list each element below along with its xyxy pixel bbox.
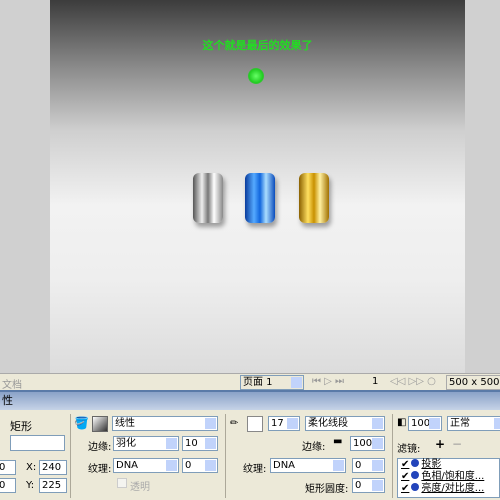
filter-item[interactable]: ✔ 色相/饱和度... bbox=[398, 471, 499, 483]
filter-name: 色相/饱和度... bbox=[421, 471, 485, 482]
check-icon[interactable]: ✔ bbox=[401, 483, 409, 494]
remove-filter-button[interactable]: − bbox=[452, 437, 462, 451]
fill-type-select[interactable]: 线性 bbox=[112, 416, 218, 431]
opacity-icon: ◧ bbox=[397, 417, 407, 428]
stroke-color-swatch[interactable] bbox=[247, 416, 263, 432]
stroke-type-select[interactable]: 柔化线段 bbox=[305, 416, 385, 431]
stroke-edge-label: 边缘: bbox=[302, 442, 326, 453]
silver-icon[interactable] bbox=[193, 173, 223, 223]
playback-controls[interactable]: ⏮ ▷ ⏭ bbox=[312, 376, 344, 387]
stroke-edge-amount[interactable]: 100 bbox=[350, 436, 385, 451]
info-icon bbox=[411, 471, 420, 479]
info-icon bbox=[411, 459, 420, 467]
width-value: 0 bbox=[0, 462, 5, 473]
document-tab[interactable]: 文档 bbox=[2, 376, 22, 391]
check-icon[interactable]: ✔ bbox=[401, 459, 409, 470]
x-input[interactable]: 240 bbox=[39, 460, 67, 475]
filters-label: 滤镜: bbox=[397, 444, 421, 455]
shape-type: 矩形 bbox=[10, 420, 32, 433]
filter-name: 亮度/对比度... bbox=[421, 483, 485, 494]
object-name-input[interactable] bbox=[10, 435, 65, 451]
page-select-value: 页面 1 bbox=[243, 377, 273, 388]
fill-texture-select[interactable]: DNA bbox=[113, 458, 179, 473]
transparent-checkbox[interactable] bbox=[117, 478, 127, 488]
stroke-texture-value: DNA bbox=[273, 460, 296, 471]
properties-panel: 矩形 0 0 X: 240 Y: 225 🪣 线性 边缘: 羽化 10 纹理: … bbox=[0, 410, 500, 500]
stroke-type-value: 柔化线段 bbox=[308, 418, 348, 429]
fill-edge-amount[interactable]: 10 bbox=[182, 436, 218, 451]
canvas-size[interactable]: 500 x 500 bbox=[446, 375, 500, 390]
fill-edge-label: 边缘: bbox=[88, 442, 112, 453]
roundness-input[interactable]: 0 bbox=[352, 478, 385, 493]
fill-color-swatch[interactable] bbox=[92, 416, 108, 432]
fill-edge-select[interactable]: 羽化 bbox=[113, 436, 179, 451]
check-icon[interactable]: ✔ bbox=[401, 471, 409, 482]
fill-edge-amount-value: 10 bbox=[185, 438, 198, 449]
canvas-size-value: 500 x 500 bbox=[449, 377, 500, 388]
stroke-size-value: 17 bbox=[271, 418, 284, 429]
frame-nav-controls[interactable]: ◁◁ ▷▷ ○ bbox=[390, 376, 436, 387]
pencil-icon: ✏ bbox=[230, 418, 239, 429]
x-label: X: bbox=[26, 462, 37, 473]
filters-list: ✔ 投影 ✔ 色相/饱和度... ✔ 亮度/对比度... bbox=[397, 458, 500, 498]
height-input[interactable]: 0 bbox=[0, 478, 16, 493]
info-icon bbox=[411, 483, 420, 491]
filter-item[interactable]: ✔ 投影 bbox=[398, 459, 499, 471]
frame-number: 1 bbox=[372, 376, 379, 387]
fill-texture-amount-value: 0 bbox=[185, 460, 192, 471]
height-value: 0 bbox=[0, 480, 5, 491]
blue-icon[interactable] bbox=[245, 173, 275, 223]
fill-texture-amount[interactable]: 0 bbox=[182, 458, 218, 473]
stroke-edge-amount-value: 100 bbox=[353, 438, 373, 449]
opacity-value: 100 bbox=[411, 418, 431, 429]
width-input[interactable]: 0 bbox=[0, 460, 16, 475]
canvas-title-text: 这个就是最后的效果了 bbox=[202, 39, 313, 52]
y-input[interactable]: 225 bbox=[39, 478, 67, 493]
opacity-input[interactable]: 100 bbox=[408, 416, 442, 431]
properties-panel-title[interactable]: 性 bbox=[0, 390, 500, 410]
roundness-value: 0 bbox=[355, 480, 362, 491]
gold-icon[interactable] bbox=[299, 173, 329, 223]
stroke-texture-select[interactable]: DNA bbox=[270, 458, 346, 473]
blend-mode-value: 正常 bbox=[450, 418, 470, 429]
y-value: 225 bbox=[42, 480, 62, 491]
page-select[interactable]: 页面 1 bbox=[240, 375, 304, 390]
fill-texture-value: DNA bbox=[116, 460, 139, 471]
fill-bucket-icon: 🪣 bbox=[74, 416, 89, 430]
green-dot-icon bbox=[248, 68, 264, 84]
blend-mode-select[interactable]: 正常 bbox=[447, 416, 500, 431]
document-canvas[interactable]: 这个就是最后的效果了 bbox=[50, 0, 465, 373]
edge-softness-icon: ▬ bbox=[333, 436, 343, 447]
add-filter-button[interactable]: + bbox=[435, 437, 445, 451]
x-value: 240 bbox=[42, 462, 62, 473]
filter-item[interactable]: ✔ 亮度/对比度... bbox=[398, 483, 499, 495]
y-label: Y: bbox=[26, 480, 35, 491]
stroke-size-input[interactable]: 17 bbox=[268, 416, 300, 431]
filter-name: 投影 bbox=[421, 459, 442, 470]
fill-edge-value: 羽化 bbox=[116, 438, 136, 449]
stroke-texture-amount-value: 0 bbox=[355, 460, 362, 471]
fill-texture-label: 纹理: bbox=[88, 464, 112, 475]
stroke-texture-label: 纹理: bbox=[243, 464, 267, 475]
transparent-label: 透明 bbox=[130, 482, 150, 493]
fill-type-value: 线性 bbox=[115, 418, 135, 429]
status-bar: 文档 页面 1 ⏮ ▷ ⏭ 1 ◁◁ ▷▷ ○ 500 x 500 bbox=[0, 373, 500, 391]
stroke-texture-amount[interactable]: 0 bbox=[352, 458, 385, 473]
roundness-label: 矩形圆度: bbox=[305, 484, 349, 495]
